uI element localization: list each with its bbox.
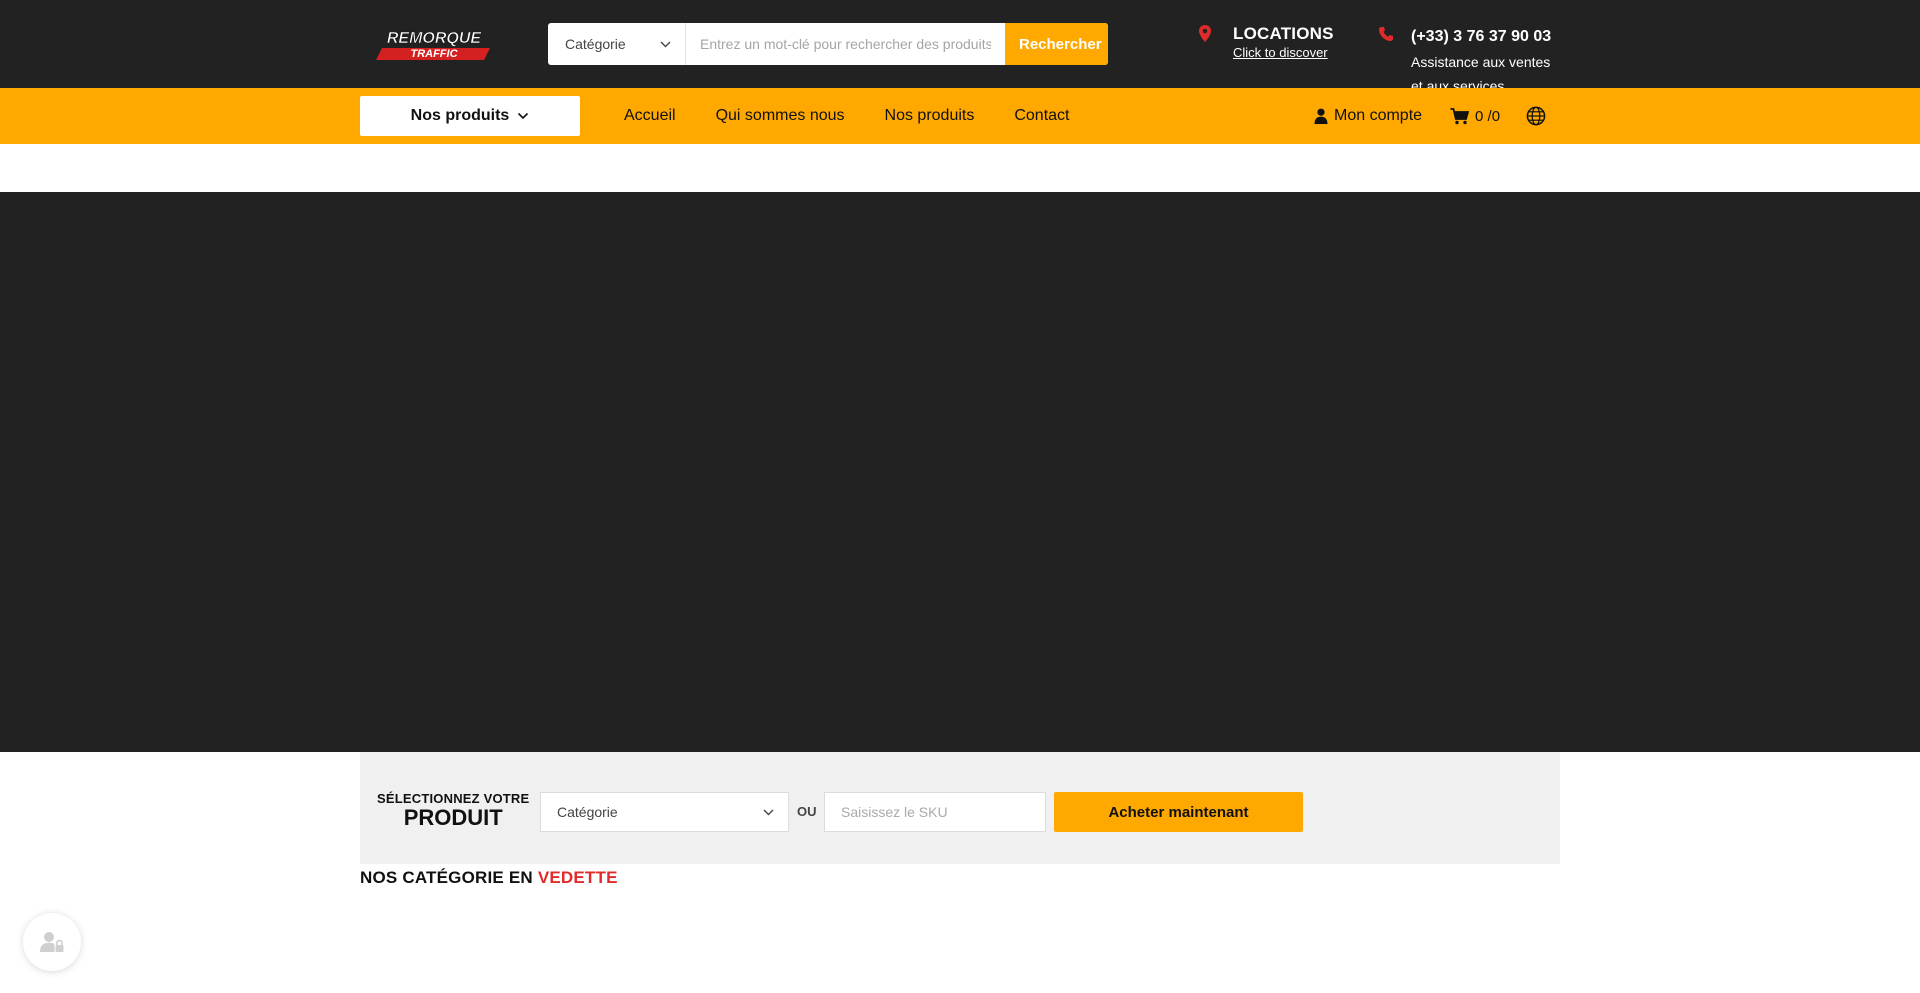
- phone-block: (+33) 3 76 37 90 03 Assistance aux vente…: [1378, 24, 1551, 98]
- products-menu-button[interactable]: Nos produits: [360, 96, 580, 136]
- privacy-icon: [40, 932, 64, 952]
- locations-title: LOCATIONS: [1233, 24, 1334, 43]
- site-logo[interactable]: REMORQUE TRAFFIC: [364, 26, 504, 64]
- search-category-label: Catégorie: [565, 36, 626, 52]
- product-selector: SÉLECTIONNEZ VOTRE PRODUIT Catégorie OU …: [360, 752, 1560, 864]
- user-icon: [1314, 108, 1328, 124]
- selector-category-select[interactable]: Catégorie: [540, 792, 789, 832]
- nav-link-nos-produits[interactable]: Nos produits: [885, 107, 975, 125]
- cart-count: 0 /0: [1475, 107, 1501, 125]
- logo-text-line2: TRAFFIC: [410, 48, 458, 60]
- cart-link[interactable]: 0 /0: [1450, 108, 1500, 125]
- featured-categories-heading: NOS CATÉGORIE EN VEDETTE: [360, 868, 618, 888]
- sku-input[interactable]: [824, 792, 1046, 832]
- search-category-select[interactable]: Catégorie: [548, 23, 686, 65]
- search-bar: Catégorie Rechercher: [548, 23, 1108, 65]
- nav-link-contact[interactable]: Contact: [1014, 107, 1069, 125]
- globe-icon[interactable]: [1526, 106, 1546, 126]
- selector-or-label: OU: [797, 804, 817, 819]
- nav-link-qui-sommes-nous[interactable]: Qui sommes nous: [716, 107, 845, 125]
- nav-right: Mon compte 0 /0: [1314, 88, 1546, 144]
- nav-links: Accueil Qui sommes nous Nos produits Con…: [624, 88, 1109, 144]
- locations-block: LOCATIONS Click to discover: [1197, 24, 1334, 62]
- hero-banner: [0, 192, 1920, 752]
- featured-heading-prefix: NOS CATÉGORIE EN: [360, 868, 533, 887]
- logo-text-line1: REMORQUE: [387, 30, 483, 47]
- phone-number[interactable]: (+33) 3 76 37 90 03: [1411, 24, 1551, 50]
- chevron-down-icon: [518, 112, 529, 120]
- search-button[interactable]: Rechercher: [1005, 23, 1108, 65]
- buy-now-button[interactable]: Acheter maintenant: [1054, 792, 1303, 832]
- selector-heading-line1: SÉLECTIONNEZ VOTRE: [377, 791, 530, 806]
- nav-link-accueil[interactable]: Accueil: [624, 107, 676, 125]
- main-navbar: Nos produits Accueil Qui sommes nous Nos…: [0, 88, 1920, 144]
- chevron-down-icon: [660, 41, 671, 47]
- account-label: Mon compte: [1334, 107, 1423, 124]
- search-input[interactable]: [686, 23, 1005, 65]
- selector-heading: SÉLECTIONNEZ VOTRE PRODUIT: [377, 792, 529, 830]
- products-menu-label: Nos produits: [410, 107, 510, 124]
- logo-graphic: REMORQUE TRAFFIC: [376, 30, 490, 60]
- privacy-settings-button[interactable]: [23, 913, 81, 971]
- chevron-down-icon: [763, 809, 774, 815]
- locations-link[interactable]: Click to discover: [1233, 44, 1334, 62]
- selector-category-label: Catégorie: [557, 804, 618, 820]
- top-header: REMORQUE TRAFFIC Catégorie Rechercher LO…: [0, 0, 1920, 94]
- featured-heading-accent: VEDETTE: [537, 868, 618, 887]
- location-pin-icon: [1199, 25, 1211, 42]
- cart-icon: [1450, 107, 1470, 124]
- phone-icon: [1379, 27, 1393, 41]
- account-link[interactable]: Mon compte: [1314, 107, 1422, 125]
- selector-heading-line2: PRODUIT: [403, 805, 503, 830]
